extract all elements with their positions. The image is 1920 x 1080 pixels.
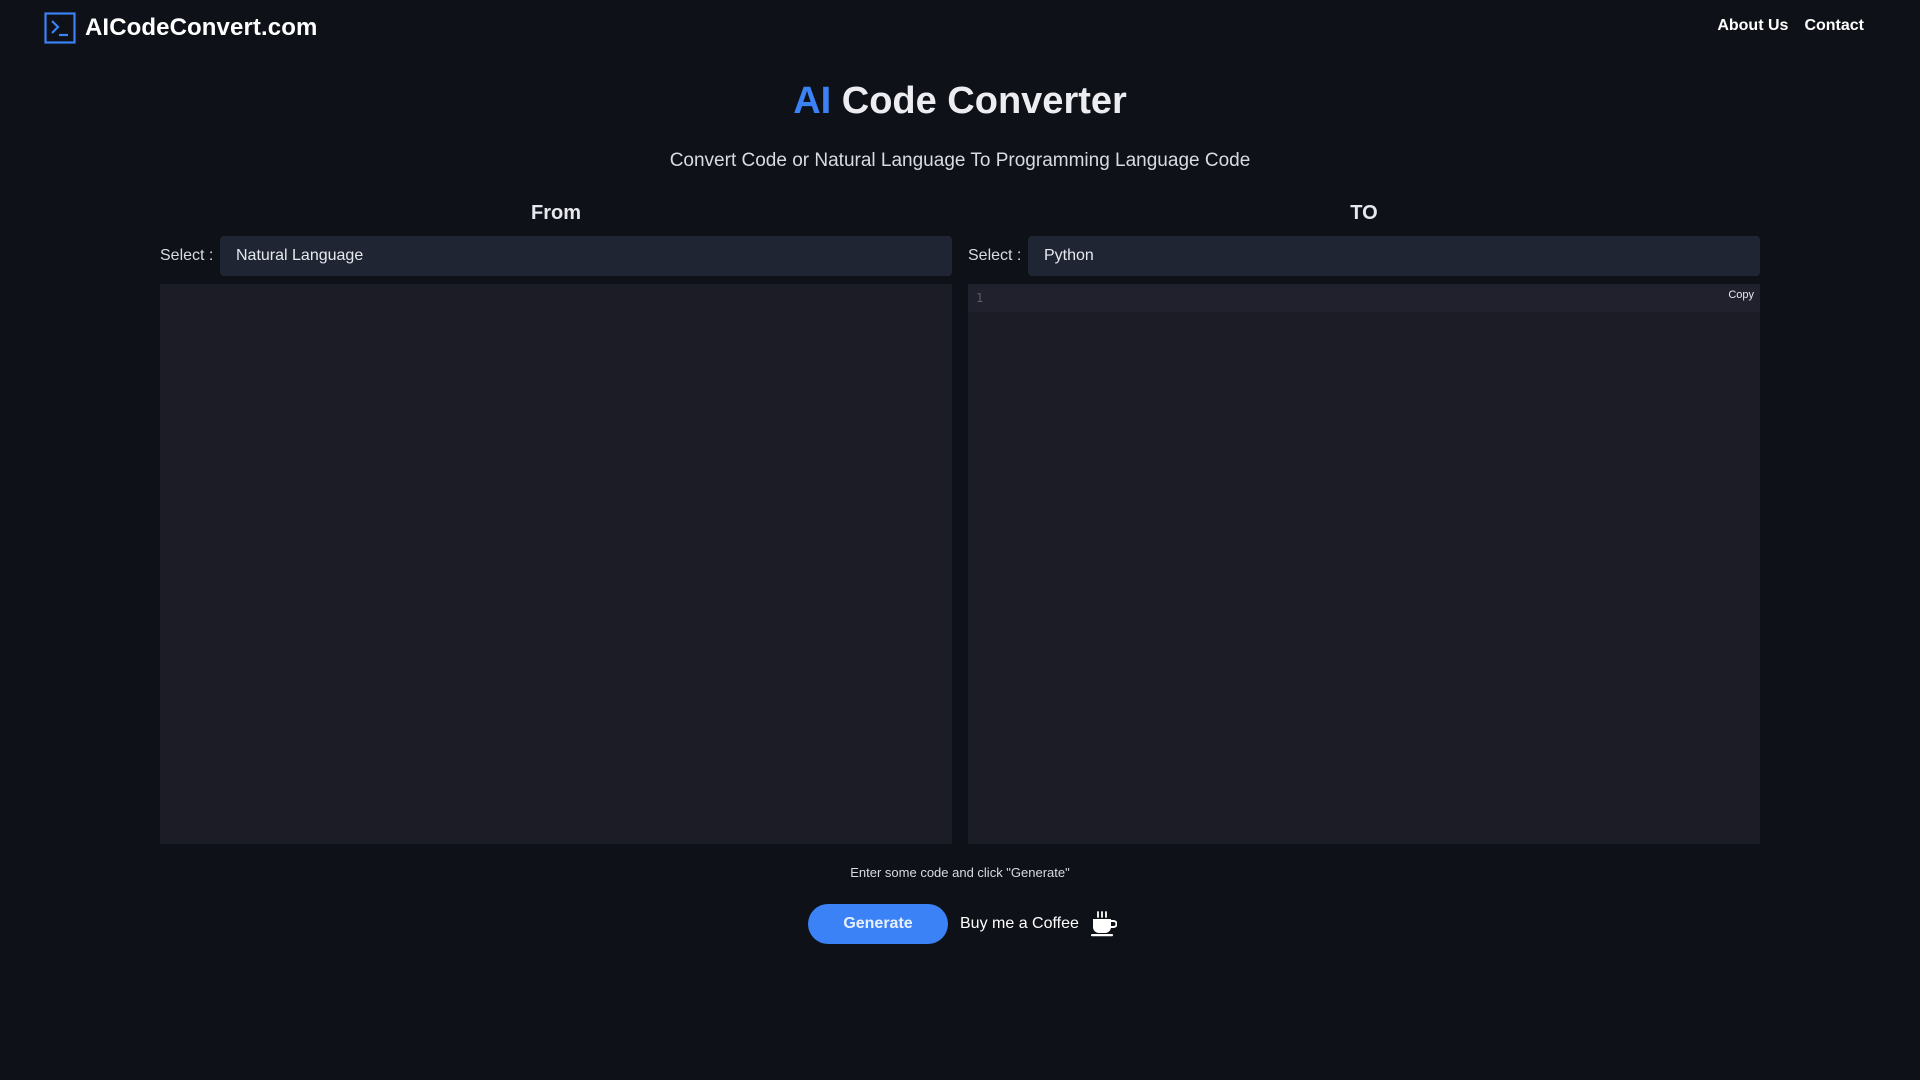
active-code-line: 1: [968, 284, 1760, 312]
site-header: AICodeConvert.com About Us Contact: [0, 0, 1920, 56]
action-bar: Generate Buy me a Coffee: [808, 904, 1117, 944]
to-heading: TO: [1350, 202, 1378, 224]
output-code-editor[interactable]: 1 Copy: [968, 284, 1760, 844]
line-number: 1: [976, 291, 984, 305]
from-heading: From: [531, 202, 581, 224]
source-input[interactable]: [160, 284, 952, 844]
to-select-label: Select :: [968, 247, 1022, 264]
nav-contact[interactable]: Contact: [1804, 17, 1864, 35]
terminal-icon: [44, 12, 76, 44]
brand-name: AICodeConvert.com: [85, 14, 318, 41]
nav-about-us[interactable]: About Us: [1717, 17, 1788, 35]
hint-text: Enter some code and click "Generate": [850, 865, 1070, 880]
title-accent: AI: [793, 80, 832, 122]
to-panel: TO Select : Python 1 Copy: [968, 200, 1760, 844]
to-select-row: Select : Python: [968, 236, 1760, 276]
buy-me-a-coffee-link[interactable]: Buy me a Coffee: [960, 910, 1117, 938]
coffee-cup-icon: [1090, 911, 1117, 937]
page-title: AI Code Converter: [0, 80, 1920, 123]
brand-link[interactable]: AICodeConvert.com: [44, 12, 317, 44]
from-panel: From Select : Natural Language: [160, 200, 952, 844]
from-language-select[interactable]: Natural Language: [220, 236, 952, 276]
from-select-row: Select : Natural Language: [160, 236, 952, 276]
to-language-select[interactable]: Python: [1028, 236, 1760, 276]
page-subtitle: Convert Code or Natural Language To Prog…: [669, 150, 1251, 171]
generate-button[interactable]: Generate: [808, 904, 948, 944]
copy-button[interactable]: Copy: [1726, 287, 1756, 303]
top-nav: About Us Contact: [1717, 17, 1864, 35]
from-select-label: Select :: [160, 247, 214, 264]
coffee-label: Buy me a Coffee: [960, 915, 1079, 932]
from-code-editor: [160, 284, 952, 844]
title-text: Code Converter: [841, 80, 1127, 122]
